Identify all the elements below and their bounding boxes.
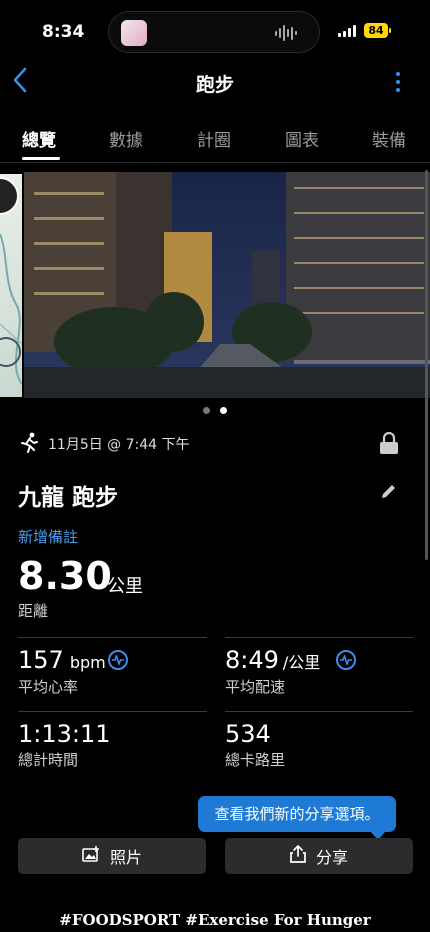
divider [225,711,413,712]
add-note-link[interactable]: 新增備註 [18,526,78,547]
pace-label: 平均配速 [225,678,286,696]
heart-rate-info-icon[interactable] [108,650,128,670]
activity-name: 九龍 跑步 [18,485,119,511]
tab-laps[interactable]: 計圈 [197,126,231,151]
now-playing-app-icon [121,20,147,46]
battery-nub [389,28,391,33]
heart-rate-label: 平均心率 [18,678,79,696]
edit-pencil-icon[interactable] [380,482,398,500]
distance-unit: 公里 [107,576,143,597]
total-time-label: 總計時間 [18,751,79,769]
carousel-dot[interactable] [203,407,210,414]
audio-wave-icon [275,25,297,41]
tab-stats[interactable]: 數據 [109,126,143,151]
battery-icon: 84 [364,23,388,38]
avg-heart-rate: 157 bpm [18,646,106,674]
divider [225,637,413,638]
pace-value: 8:49 [225,646,279,674]
divider [18,711,207,712]
cellular-signal-icon [338,25,356,37]
pace-unit: /公里 [282,653,321,672]
add-photo-label: 照片 [109,848,142,867]
avg-pace: 8:49 /公里 [225,646,320,674]
distance-label: 距離 [18,602,49,620]
calories-label: 總卡路里 [225,751,286,769]
distance-value: 8.30 [18,554,112,598]
add-photo-button[interactable]: 照片 [18,838,206,874]
page-title: 跑步 [195,74,234,96]
active-tab-indicator [22,157,60,160]
dynamic-island[interactable] [108,11,320,53]
tab-charts[interactable]: 圖表 [285,126,319,151]
carousel-dot-active[interactable] [220,407,227,414]
add-photo-icon [82,846,100,866]
divider [18,637,207,638]
lock-icon[interactable] [379,431,399,454]
heart-rate-value: 157 [18,646,64,674]
share-label: 分享 [315,848,348,867]
share-icon [290,845,306,867]
activity-photo[interactable] [24,172,430,398]
share-options-tooltip[interactable]: 查看我們新的分享選項。 [198,796,396,832]
tab-overview[interactable]: 總覽 [22,126,56,151]
total-time-value: 1:13:11 [18,720,111,748]
calories-value: 534 [225,720,271,748]
more-options-icon[interactable] [396,72,400,92]
status-time: 8:34 [42,22,85,42]
tab-gear[interactable]: 裝備 [372,126,406,151]
heart-rate-unit: bpm [69,653,106,672]
scrollbar[interactable] [425,170,428,560]
hashtag-caption: #FOODSPORT #Exercise For Hunger [59,911,371,929]
share-button[interactable]: 分享 [225,838,413,874]
route-map-thumbnail[interactable] [0,174,22,397]
tab-divider [0,162,430,163]
activity-date-time: 11月5日 @ 7:44 下午 [48,437,190,453]
pace-info-icon[interactable] [336,650,356,670]
running-icon [18,432,40,454]
